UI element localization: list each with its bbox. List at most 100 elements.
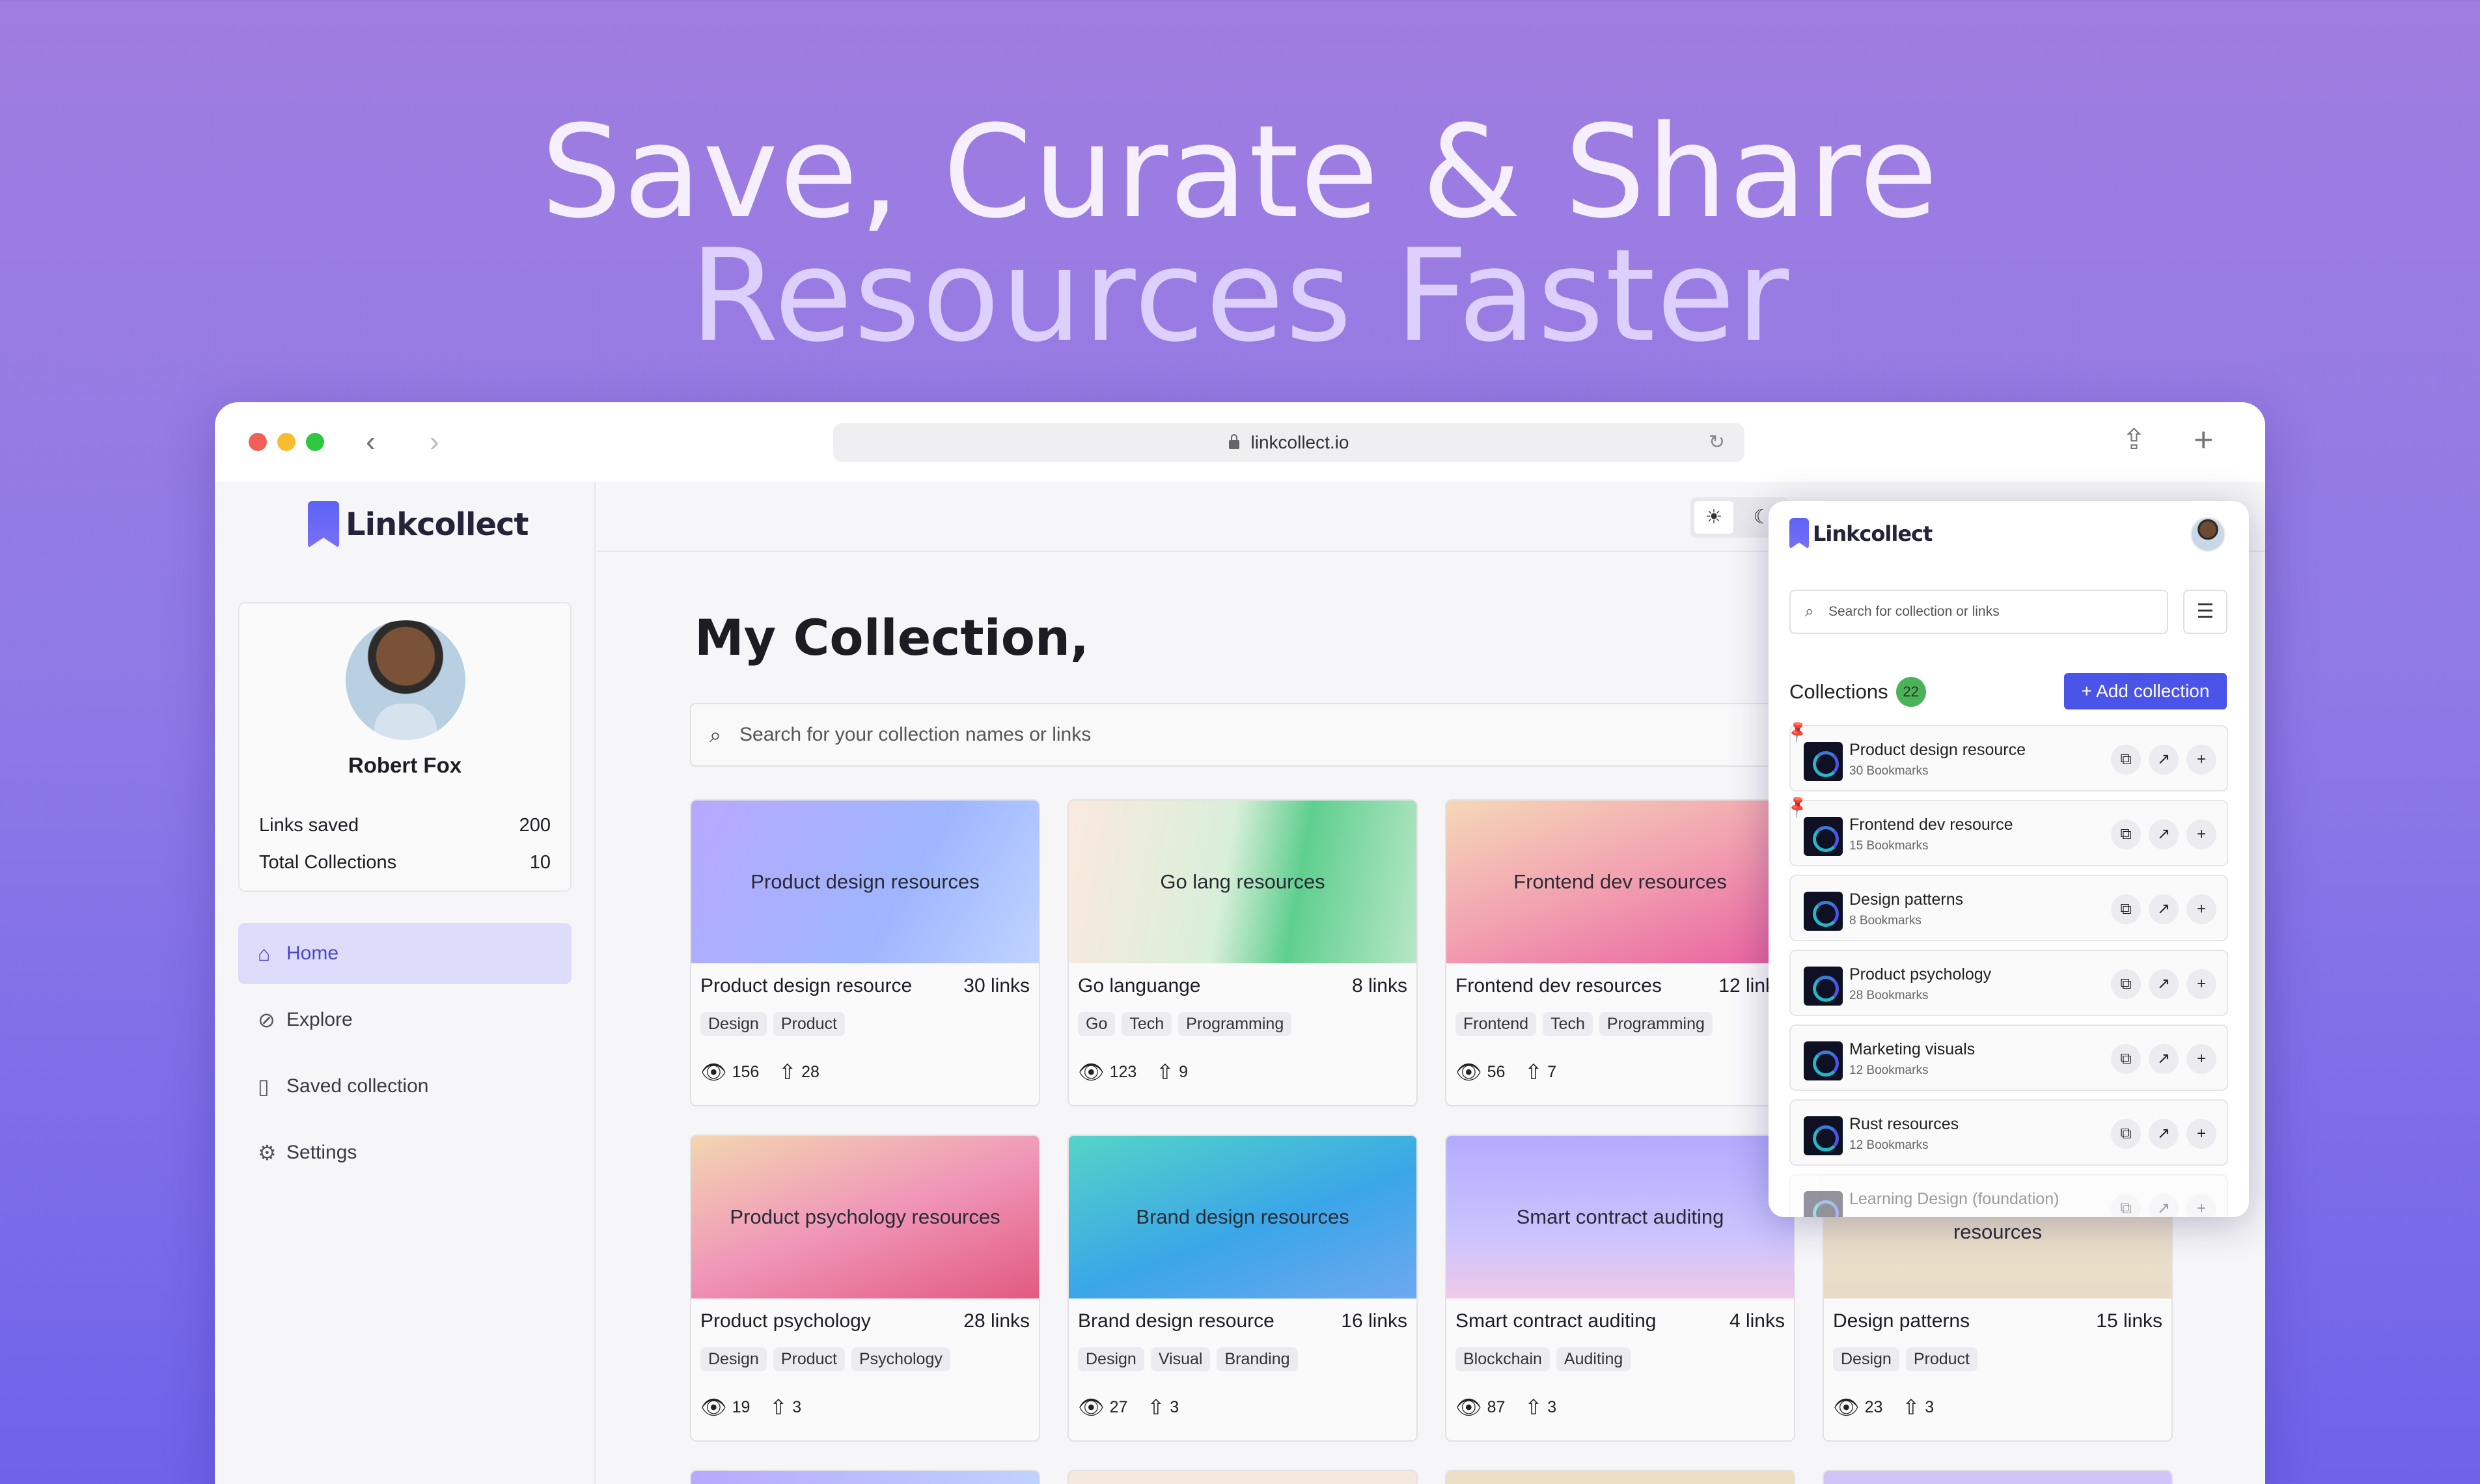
collection-card[interactable] [1823,1470,2173,1484]
collection-title: Product design resource [1849,741,2026,759]
popup-search-input[interactable]: ⌕ Search for collection or links [1789,590,2168,634]
collection-card[interactable]: Frontend dev resources Frontend dev reso… [1445,799,1795,1106]
add-icon[interactable]: + [2186,1044,2216,1074]
collections-count-badge: 22 [1895,677,1926,707]
collection-card[interactable]: Go lang resources Go languange 8 links Go… [1068,799,1418,1106]
add-collection-button[interactable]: + Add collection [2064,673,2227,709]
upvote-count[interactable]: ⇧ 3 [1902,1395,1934,1420]
copy-icon[interactable]: ⧉ [2111,1194,2141,1217]
add-icon[interactable]: + [2186,969,2216,999]
upvote-count[interactable]: ⇧ 3 [769,1395,801,1420]
add-icon[interactable]: + [2186,745,2216,775]
nav-explore[interactable]: ⊘ Explore [238,989,572,1051]
open-external-icon[interactable]: ↗ [2149,894,2179,924]
tag[interactable]: Design [700,1012,767,1036]
gear-icon: ⚙ [258,1141,277,1164]
views-count: 👁 56 [1455,1060,1505,1084]
collection-card[interactable]: Brand design resources Brand design reso… [1068,1134,1418,1442]
open-external-icon[interactable]: ↗ [2149,1119,2179,1149]
tag[interactable]: Go [1078,1012,1116,1036]
popup-avatar[interactable] [2190,517,2225,552]
search-icon: ⌕ [1805,603,1814,620]
popup-collection-item[interactable]: Product psychology 28 Bookmarks ⧉ ↗ + [1789,950,2228,1016]
popup-collection-item[interactable]: 📌 Frontend dev resource 15 Bookmarks ⧉ ↗ + [1785,794,2228,866]
tag[interactable]: Psychology [851,1347,950,1371]
upvote-count[interactable]: ⇧ 3 [1147,1395,1179,1420]
open-external-icon[interactable]: ↗ [2149,969,2179,999]
tag[interactable]: Product [1905,1347,1977,1371]
pin-icon[interactable]: 📌 [1784,793,1812,820]
upvote-icon: ⇧ [1147,1395,1165,1419]
tag[interactable]: Programming [1178,1012,1292,1036]
tag[interactable]: Design [1078,1347,1144,1371]
card-thumbnail: Smart contract auditing [1446,1136,1794,1298]
collection-subtitle: 28 Bookmarks [1849,989,1929,1002]
popup-logo[interactable]: Linkcollect [1789,518,1933,549]
total-collections-stat: Total Collections 10 [259,852,551,873]
copy-icon[interactable]: ⧉ [2111,894,2141,924]
add-icon[interactable]: + [2186,819,2216,849]
popup-collection-item[interactable]: Learning Design (foundation) ⧉ ↗ + [1789,1174,2228,1217]
collection-card[interactable]: Product psychology resources Product psy… [690,1134,1040,1442]
sidebar: Linkcollect Robert Fox Links saved 200 T… [215,482,596,1484]
tag[interactable]: Branding [1217,1347,1298,1371]
url-text: linkcollect.io [1250,432,1349,452]
tag[interactable]: Blockchain [1455,1347,1550,1371]
popup-collection-item[interactable]: Marketing visuals 12 Bookmarks ⧉ ↗ + [1789,1024,2228,1091]
collection-card[interactable] [1445,1470,1795,1484]
tag[interactable]: Visual [1150,1347,1211,1371]
collection-card[interactable] [1068,1470,1418,1484]
tag[interactable]: Programming [1599,1012,1713,1036]
close-window-button[interactable] [249,433,267,451]
popup-collection-item[interactable]: Rust resources 12 Bookmarks ⧉ ↗ + [1789,1099,2228,1166]
copy-icon[interactable]: ⧉ [2111,745,2141,775]
tag[interactable]: Tech [1122,1012,1172,1036]
address-bar[interactable]: linkcollect.io ↻ [833,423,1744,462]
collection-card[interactable]: Smart contract auditing Smart contract a… [1445,1134,1795,1442]
logo[interactable]: Linkcollect [308,501,529,548]
hero-line-2: Resources Faster [689,222,1791,370]
chevron-left-icon[interactable]: ‹ [366,426,376,458]
tag[interactable]: Product [773,1012,845,1036]
tag[interactable]: Tech [1543,1012,1593,1036]
tag[interactable]: Product [773,1347,845,1371]
collection-card[interactable]: Product design resources Product design … [690,799,1040,1106]
nav-explore-label: Explore [286,1009,353,1030]
reload-icon[interactable]: ↻ [1709,423,1725,462]
nav-home[interactable]: ⌂ Home [238,923,572,984]
views-value: 56 [1487,1063,1506,1081]
popup-collection-item[interactable]: 📌 Product design resource 30 Bookmarks ⧉… [1785,719,2228,791]
pin-icon[interactable]: 📌 [1784,719,1812,745]
popup-collection-item[interactable]: Design patterns 8 Bookmarks ⧉ ↗ + [1789,875,2228,941]
open-external-icon[interactable]: ↗ [2149,745,2179,775]
add-icon[interactable]: + [2186,894,2216,924]
copy-icon[interactable]: ⧉ [2111,1044,2141,1074]
upvote-count[interactable]: ⇧ 9 [1156,1060,1188,1084]
open-external-icon[interactable]: ↗ [2149,1044,2179,1074]
nav-settings[interactable]: ⚙ Settings [238,1122,572,1183]
filter-icon[interactable]: ☰ [2183,590,2227,634]
add-icon[interactable]: + [2186,1119,2216,1149]
tag[interactable]: Frontend [1455,1012,1537,1036]
sun-icon[interactable]: ☀ [1694,501,1733,534]
maximize-window-button[interactable] [306,433,324,451]
minimize-window-button[interactable] [277,433,296,451]
upvote-count[interactable]: ⇧ 28 [778,1060,820,1084]
upvote-count[interactable]: ⇧ 3 [1524,1395,1556,1420]
nav-saved-collection[interactable]: ▯ Saved collection [238,1056,572,1117]
add-icon[interactable]: + [2186,1194,2216,1217]
tag[interactable]: Auditing [1556,1347,1631,1371]
copy-icon[interactable]: ⧉ [2111,819,2141,849]
collection-card[interactable] [690,1470,1040,1484]
copy-icon[interactable]: ⧉ [2111,969,2141,999]
open-external-icon[interactable]: ↗ [2149,819,2179,849]
upvote-count[interactable]: ⇧ 7 [1524,1060,1556,1084]
plus-icon[interactable]: + [2194,422,2213,458]
views-count: 👁 23 [1833,1395,1882,1420]
tag[interactable]: Design [1833,1347,1899,1371]
share-icon[interactable]: ⇪ [2122,422,2146,458]
tag[interactable]: Design [700,1347,767,1371]
copy-icon[interactable]: ⧉ [2111,1119,2141,1149]
open-external-icon[interactable]: ↗ [2149,1194,2179,1217]
chevron-right-icon[interactable]: › [430,426,439,458]
